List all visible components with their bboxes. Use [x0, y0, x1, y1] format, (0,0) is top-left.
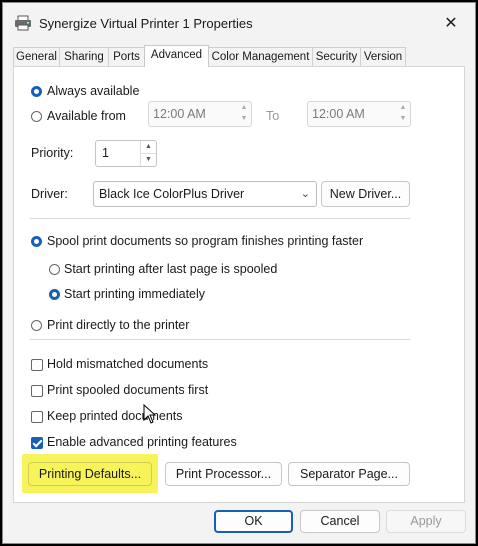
available-from-radio[interactable]: [31, 111, 42, 122]
spin-up-icon[interactable]: ▲: [141, 141, 156, 154]
from-time-spinner[interactable]: ▲ ▼: [237, 102, 251, 124]
to-time-input[interactable]: 12:00 AM ▲ ▼: [307, 101, 411, 127]
close-button[interactable]: ✕: [437, 11, 465, 37]
spool-radio[interactable]: [31, 236, 42, 247]
driver-label: Driver:: [31, 187, 68, 201]
spin-up-icon[interactable]: ▲: [237, 102, 251, 113]
priority-spinner[interactable]: ▲ ▼: [140, 141, 156, 166]
priority-input[interactable]: 1 ▲ ▼: [95, 140, 157, 167]
spool-label: Spool print documents so program finishe…: [47, 234, 364, 248]
advanced-features-label: Enable advanced printing features: [47, 435, 237, 449]
print-processor-button[interactable]: Print Processor...: [165, 462, 282, 486]
spooled-first-checkbox[interactable]: [31, 385, 43, 397]
spin-down-icon[interactable]: ▼: [141, 154, 156, 166]
driver-select[interactable]: Black Ice ColorPlus Driver ⌄: [93, 181, 317, 207]
close-icon: ✕: [444, 15, 458, 32]
hold-mismatched-label: Hold mismatched documents: [47, 357, 209, 371]
ok-button[interactable]: OK: [214, 510, 293, 533]
keep-printed-label: Keep printed documents: [47, 409, 183, 423]
printer-icon: [15, 15, 31, 31]
spin-up-icon[interactable]: ▲: [396, 102, 410, 113]
print-direct-label: Print directly to the printer: [47, 318, 190, 332]
mouse-cursor-icon: [143, 404, 157, 424]
tab-advanced[interactable]: Advanced: [144, 45, 209, 67]
tab-ports[interactable]: Ports: [108, 47, 145, 66]
properties-dialog: Synergize Virtual Printer 1 Properties ✕…: [2, 2, 476, 544]
new-driver-button[interactable]: New Driver...: [321, 181, 410, 207]
chevron-down-icon: ⌄: [300, 188, 310, 200]
tab-version[interactable]: Version: [360, 47, 406, 66]
spooled-first-label: Print spooled documents first: [47, 383, 209, 397]
keep-printed-checkbox[interactable]: [31, 411, 43, 423]
tab-color-management[interactable]: Color Management: [208, 47, 313, 66]
priority-label: Priority:: [31, 146, 74, 160]
print-direct-radio[interactable]: [31, 320, 42, 331]
always-available-radio[interactable]: [31, 86, 42, 97]
tab-security[interactable]: Security: [312, 47, 361, 66]
after-last-page-radio[interactable]: [49, 264, 60, 275]
divider: [30, 218, 410, 219]
spin-down-icon[interactable]: ▼: [396, 113, 410, 124]
tab-general[interactable]: General: [13, 47, 60, 66]
spin-down-icon[interactable]: ▼: [237, 113, 251, 124]
start-immediately-label: Start printing immediately: [64, 287, 206, 301]
printing-defaults-button[interactable]: Printing Defaults...: [28, 462, 152, 486]
title-bar: Synergize Virtual Printer 1 Properties ✕: [3, 3, 475, 43]
hold-mismatched-checkbox[interactable]: [31, 359, 43, 371]
separator-page-button[interactable]: Separator Page...: [288, 462, 410, 486]
to-label: To: [266, 109, 280, 123]
always-available-label: Always available: [47, 84, 140, 98]
tab-sharing[interactable]: Sharing: [59, 47, 109, 66]
start-immediately-radio[interactable]: [49, 289, 60, 300]
window-title: Synergize Virtual Printer 1 Properties: [39, 16, 253, 31]
after-last-page-label: Start printing after last page is spoole…: [64, 262, 278, 276]
to-time-spinner[interactable]: ▲ ▼: [396, 102, 410, 124]
divider: [30, 339, 410, 340]
from-time-input[interactable]: 12:00 AM ▲ ▼: [148, 101, 252, 127]
advanced-features-checkbox[interactable]: [31, 437, 43, 449]
available-from-label: Available from: [47, 109, 126, 123]
apply-button[interactable]: Apply: [386, 510, 466, 533]
cancel-button[interactable]: Cancel: [300, 510, 380, 533]
advanced-panel: Always available Available from 12:00 AM…: [13, 66, 465, 503]
